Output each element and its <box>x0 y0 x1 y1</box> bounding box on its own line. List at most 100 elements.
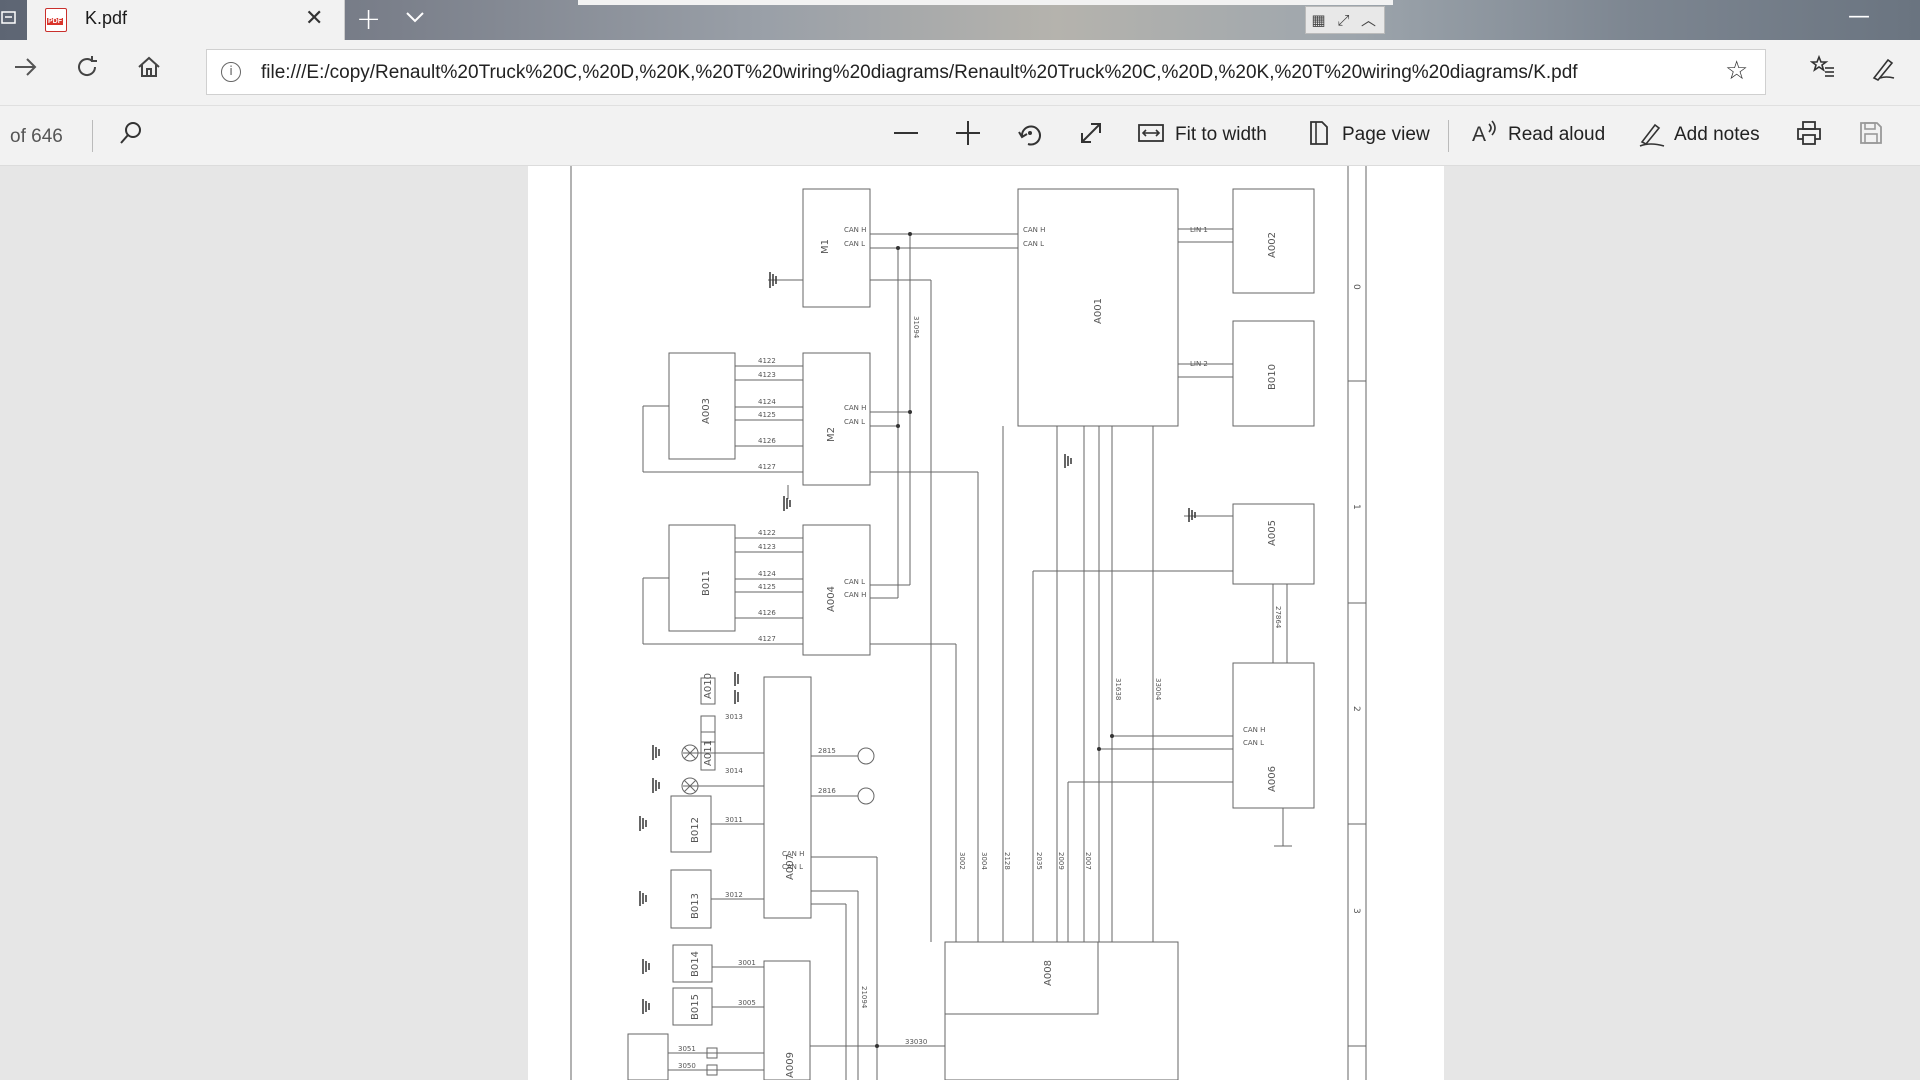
rotate-icon[interactable] <box>1017 120 1043 152</box>
wire-label: CAN L <box>1243 739 1264 747</box>
navigation-bar: i file:///E:/copy/Renault%20Truck%20C,%2… <box>0 40 1920 106</box>
component-label: A010 <box>703 673 714 699</box>
component-label: B012 <box>690 817 701 843</box>
chevron-down-icon[interactable] <box>404 6 426 34</box>
wire-label: 3002 <box>958 852 966 870</box>
refresh-icon[interactable] <box>74 54 100 87</box>
grid-icon[interactable]: ▦ <box>1306 7 1331 33</box>
wire-label: CAN H <box>844 404 866 412</box>
url-text[interactable]: file:///E:/copy/Renault%20Truck%20C,%20D… <box>261 62 1578 84</box>
wire-label: CAN L <box>1023 240 1044 248</box>
wire-label: CAN L <box>782 863 803 871</box>
pdf-page: M1 A001 A002 B010 A003 M2 B011 A004 A005… <box>528 166 1444 1080</box>
pen-icon <box>1638 120 1666 154</box>
wire-label: 21094 <box>860 986 868 1009</box>
wire-label: 3051 <box>678 1045 696 1053</box>
wiring-diagram: M1 A001 A002 B010 A003 M2 B011 A004 A005… <box>570 166 1367 1080</box>
fit-to-width-button[interactable]: Fit to width <box>1138 106 1270 166</box>
component-label: A011 <box>703 740 714 766</box>
chevron-up-icon[interactable]: ︿ <box>1356 7 1381 33</box>
restore-icon[interactable]: ⤢ <box>1331 7 1356 33</box>
back-arrow-icon[interactable] <box>12 54 38 87</box>
wire-label: 4125 <box>758 583 776 591</box>
expand-icon[interactable] <box>1078 120 1104 152</box>
info-icon[interactable]: i <box>221 62 241 82</box>
wire-label: 3004 <box>980 852 988 870</box>
wire-label: LIN 1 <box>1190 226 1208 234</box>
wire-label: 4127 <box>758 463 776 471</box>
wire-label: 4124 <box>758 570 776 578</box>
wire-label: 31094 <box>912 316 920 339</box>
toolbar-divider <box>1448 120 1449 152</box>
wire-label: CAN H <box>1023 226 1045 234</box>
wire-label: 27864 <box>1274 606 1282 629</box>
favorites-list-icon[interactable] <box>1809 54 1836 86</box>
page-count: of 646 <box>10 126 63 147</box>
wire-label: 2035 <box>1035 852 1043 870</box>
pen-icon[interactable] <box>1870 54 1898 88</box>
wire-label: CAN H <box>782 850 804 858</box>
toolbar-divider <box>92 120 93 152</box>
wire-label: 33004 <box>1154 678 1162 701</box>
wire-label: 2007 <box>1084 852 1092 870</box>
wire-label: CAN H <box>844 591 866 599</box>
component-label: M1 <box>820 239 831 254</box>
wire-label: 4126 <box>758 437 776 445</box>
wire-label: 33030 <box>905 1038 927 1046</box>
component-label: A004 <box>826 586 837 612</box>
print-icon[interactable] <box>1796 120 1822 152</box>
minimize-icon[interactable]: — <box>1848 4 1870 29</box>
wire-label: 4126 <box>758 609 776 617</box>
page-icon <box>1306 120 1332 152</box>
page-view-button[interactable]: Page view <box>1306 106 1430 166</box>
component-label: A009 <box>785 1052 796 1078</box>
wire-label: 2128 <box>1003 852 1011 870</box>
read-aloud-button[interactable]: A Read aloud <box>1472 106 1605 166</box>
wire-label: CAN L <box>844 578 865 586</box>
plus-icon[interactable] <box>955 120 981 152</box>
close-tab-icon[interactable]: ✕ <box>305 6 323 31</box>
wire-label: 4124 <box>758 398 776 406</box>
browser-tab[interactable]: PDF K.pdf ✕ <box>27 0 345 40</box>
wire-label: CAN L <box>844 418 865 426</box>
wire-label: 4123 <box>758 543 776 551</box>
address-bar[interactable]: i file:///E:/copy/Renault%20Truck%20C,%2… <box>206 49 1766 95</box>
zone-marker: 3 <box>1351 908 1361 914</box>
tab-actions-icon[interactable] <box>0 8 22 30</box>
search-icon[interactable] <box>118 120 144 152</box>
wire-label: 3050 <box>678 1062 696 1070</box>
component-label: A001 <box>1093 298 1104 324</box>
zone-marker: 2 <box>1351 706 1361 712</box>
wire-label: 3001 <box>738 959 756 967</box>
wire-label: 2816 <box>818 787 836 795</box>
page-view-label: Page view <box>1342 124 1430 145</box>
component-label: B013 <box>690 893 701 919</box>
wire-label: 31638 <box>1114 678 1122 700</box>
wire-label: CAN H <box>1243 726 1265 734</box>
component-label: A006 <box>1267 766 1278 792</box>
wire-label: 3012 <box>725 891 743 899</box>
star-icon[interactable]: ☆ <box>1725 56 1748 86</box>
component-label: B010 <box>1267 364 1278 390</box>
wire-label: 4122 <box>758 529 776 537</box>
wire-label: 2009 <box>1057 852 1065 870</box>
component-label: A005 <box>1267 520 1278 546</box>
save-icon[interactable] <box>1858 120 1884 152</box>
wire-label: 3005 <box>738 999 756 1007</box>
drag-region <box>578 0 1393 5</box>
wire-label: 4123 <box>758 371 776 379</box>
new-tab-icon[interactable]: + <box>356 2 381 37</box>
wire-label: 4127 <box>758 635 776 643</box>
component-label: A002 <box>1267 232 1278 258</box>
svg-text:A: A <box>1472 123 1486 146</box>
component-label: A008 <box>1043 960 1054 986</box>
zone-marker: 1 <box>1351 504 1361 510</box>
pdf-viewer[interactable]: M1 A001 A002 B010 A003 M2 B011 A004 A005… <box>0 166 1920 1080</box>
read-aloud-icon: A <box>1472 120 1500 152</box>
title-bar: PDF K.pdf ✕ + ▦ ⤢ ︿ — <box>0 0 1920 40</box>
zone-marker: 0 <box>1351 284 1361 290</box>
minus-icon[interactable] <box>893 120 919 152</box>
home-icon[interactable] <box>136 54 162 87</box>
add-notes-button[interactable]: Add notes <box>1638 106 1762 166</box>
window-mini-controls: ▦ ⤢ ︿ <box>1305 6 1385 34</box>
